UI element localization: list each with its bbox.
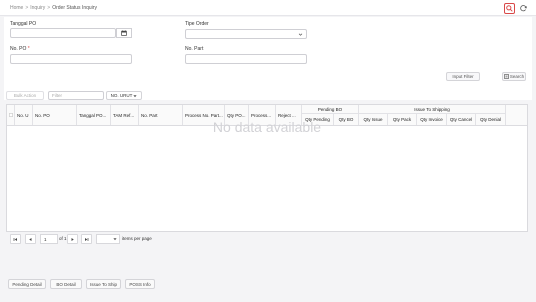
required-marker: * bbox=[27, 46, 30, 52]
items-per-page-label: items per page bbox=[122, 236, 152, 241]
breadcrumb-separator: > bbox=[47, 5, 51, 11]
next-page-icon bbox=[71, 237, 74, 241]
column-select[interactable]: NO. URUT bbox=[106, 91, 142, 100]
pagination: 1 of 1 items per page bbox=[10, 234, 170, 244]
caret-down-icon bbox=[113, 238, 117, 241]
no-po-input[interactable] bbox=[10, 54, 132, 64]
first-page-button[interactable] bbox=[10, 234, 21, 244]
empty-state-text: No data available bbox=[212, 119, 322, 135]
prev-page-button[interactable] bbox=[25, 234, 36, 244]
calendar-icon bbox=[121, 30, 127, 36]
breadcrumb: Home > Inquiry > Order Status Inquiry bbox=[10, 5, 97, 11]
issue-to-ship-button[interactable]: Issue To Ship bbox=[86, 279, 121, 289]
table-toolbar: Bulk Action Filter NO. URUT bbox=[4, 90, 532, 102]
filter-panel: Tanggal PO Tipe Order No. PO * No. Part … bbox=[4, 17, 532, 100]
tipe-order-label: Tipe Order bbox=[185, 21, 209, 27]
no-part-label: No. Part bbox=[185, 46, 204, 52]
refresh-icon bbox=[520, 5, 527, 12]
no-po-label: No. PO * bbox=[10, 46, 30, 52]
breadcrumb-current: Order Status Inquiry bbox=[52, 5, 97, 11]
results-grid: No. U No. PO Tanggal PO... TAM Ref... No… bbox=[6, 104, 528, 232]
group-issue-to-shipping: Issue To Shipping bbox=[359, 105, 506, 114]
refresh-button[interactable] bbox=[518, 3, 529, 14]
search-button[interactable]: Search bbox=[502, 72, 526, 81]
top-bar: Home > Inquiry > Order Status Inquiry bbox=[0, 0, 536, 16]
page-number-input[interactable]: 1 bbox=[40, 234, 58, 244]
search-toggle-button[interactable] bbox=[504, 3, 515, 14]
tipe-order-select[interactable] bbox=[185, 29, 307, 39]
items-per-page-select[interactable] bbox=[96, 234, 120, 244]
last-page-button[interactable] bbox=[81, 234, 92, 244]
no-po-label-text: No. PO bbox=[10, 46, 27, 52]
column-select-value: NO. URUT bbox=[110, 93, 133, 98]
poss-info-button[interactable]: POSS Info bbox=[125, 279, 155, 289]
search-doc-icon bbox=[504, 74, 509, 79]
group-pending-bo: Pending BO bbox=[302, 105, 359, 114]
next-page-button[interactable] bbox=[67, 234, 78, 244]
tanggal-po-label: Tanggal PO bbox=[10, 21, 37, 27]
prev-page-icon bbox=[29, 237, 32, 241]
tanggal-po-input[interactable] bbox=[10, 28, 116, 38]
calendar-button[interactable] bbox=[116, 28, 132, 38]
no-part-input[interactable] bbox=[185, 54, 307, 64]
bo-detail-button[interactable]: BO Detail bbox=[50, 279, 82, 289]
checkbox-icon bbox=[8, 113, 13, 117]
filter-input[interactable]: Filter bbox=[48, 91, 104, 100]
breadcrumb-inquiry[interactable]: Inquiry bbox=[30, 5, 45, 11]
breadcrumb-separator: > bbox=[25, 5, 29, 11]
pending-detail-button[interactable]: Pending Detail bbox=[8, 279, 46, 289]
first-page-icon bbox=[13, 237, 17, 241]
search-button-label: Search bbox=[509, 74, 525, 79]
bulk-action-button[interactable]: Bulk Action bbox=[6, 91, 44, 100]
last-page-icon bbox=[85, 237, 89, 241]
input-filter-button[interactable]: Input Filter bbox=[446, 72, 480, 81]
search-icon bbox=[506, 5, 513, 12]
breadcrumb-home[interactable]: Home bbox=[10, 5, 23, 11]
caret-down-icon bbox=[133, 94, 137, 97]
chevron-down-icon bbox=[298, 33, 303, 36]
page-count-text: of 1 bbox=[59, 236, 67, 241]
